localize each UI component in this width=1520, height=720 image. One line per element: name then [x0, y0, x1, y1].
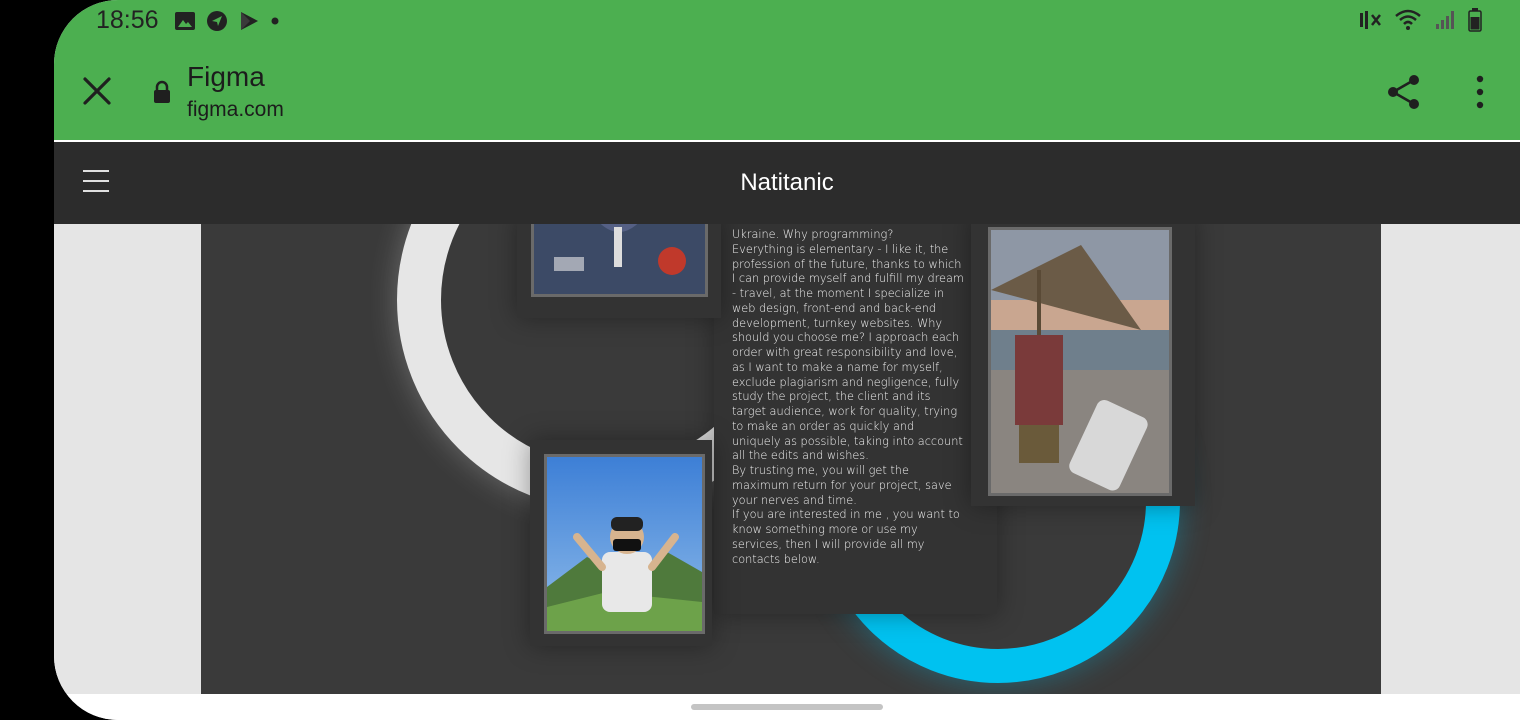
more-options-icon[interactable]: [1470, 74, 1490, 110]
status-time: 18:56: [96, 6, 159, 34]
lock-icon: [154, 80, 170, 103]
play-store-icon: [241, 12, 258, 30]
prototype-title: Natitanic: [740, 169, 834, 196]
phone-screen: 18:56 Figma figma.com Natitanic Ukraine.…: [54, 0, 1520, 720]
signal-icon: [1436, 11, 1454, 29]
image-icon: [175, 12, 195, 30]
about-frame: Ukraine. Why programming? Everything is …: [201, 224, 1381, 694]
photo-hoodie: [531, 224, 708, 297]
share-icon[interactable]: [1384, 72, 1424, 112]
photo-beach: [988, 227, 1172, 496]
wifi-icon: [1395, 9, 1421, 30]
close-icon[interactable]: [80, 74, 114, 108]
mute-icon: [1360, 11, 1381, 29]
photo-mountains: [544, 454, 705, 634]
navigation-bar: [54, 694, 1520, 720]
home-indicator[interactable]: [691, 704, 883, 710]
about-text: Ukraine. Why programming? Everything is …: [732, 228, 964, 566]
prototype-canvas[interactable]: Ukraine. Why programming? Everything is …: [54, 224, 1520, 694]
browser-chrome: 18:56 Figma figma.com: [54, 0, 1520, 140]
page-title: Figma: [187, 61, 265, 92]
figma-prototype-header: Natitanic: [54, 142, 1520, 224]
page-url[interactable]: figma.com: [187, 98, 284, 122]
status-icons-left: [174, 10, 280, 32]
messenger-icon: [207, 11, 227, 31]
dot-icon: [271, 17, 279, 25]
status-icons-right: [1358, 8, 1482, 32]
battery-icon: [1468, 8, 1482, 32]
